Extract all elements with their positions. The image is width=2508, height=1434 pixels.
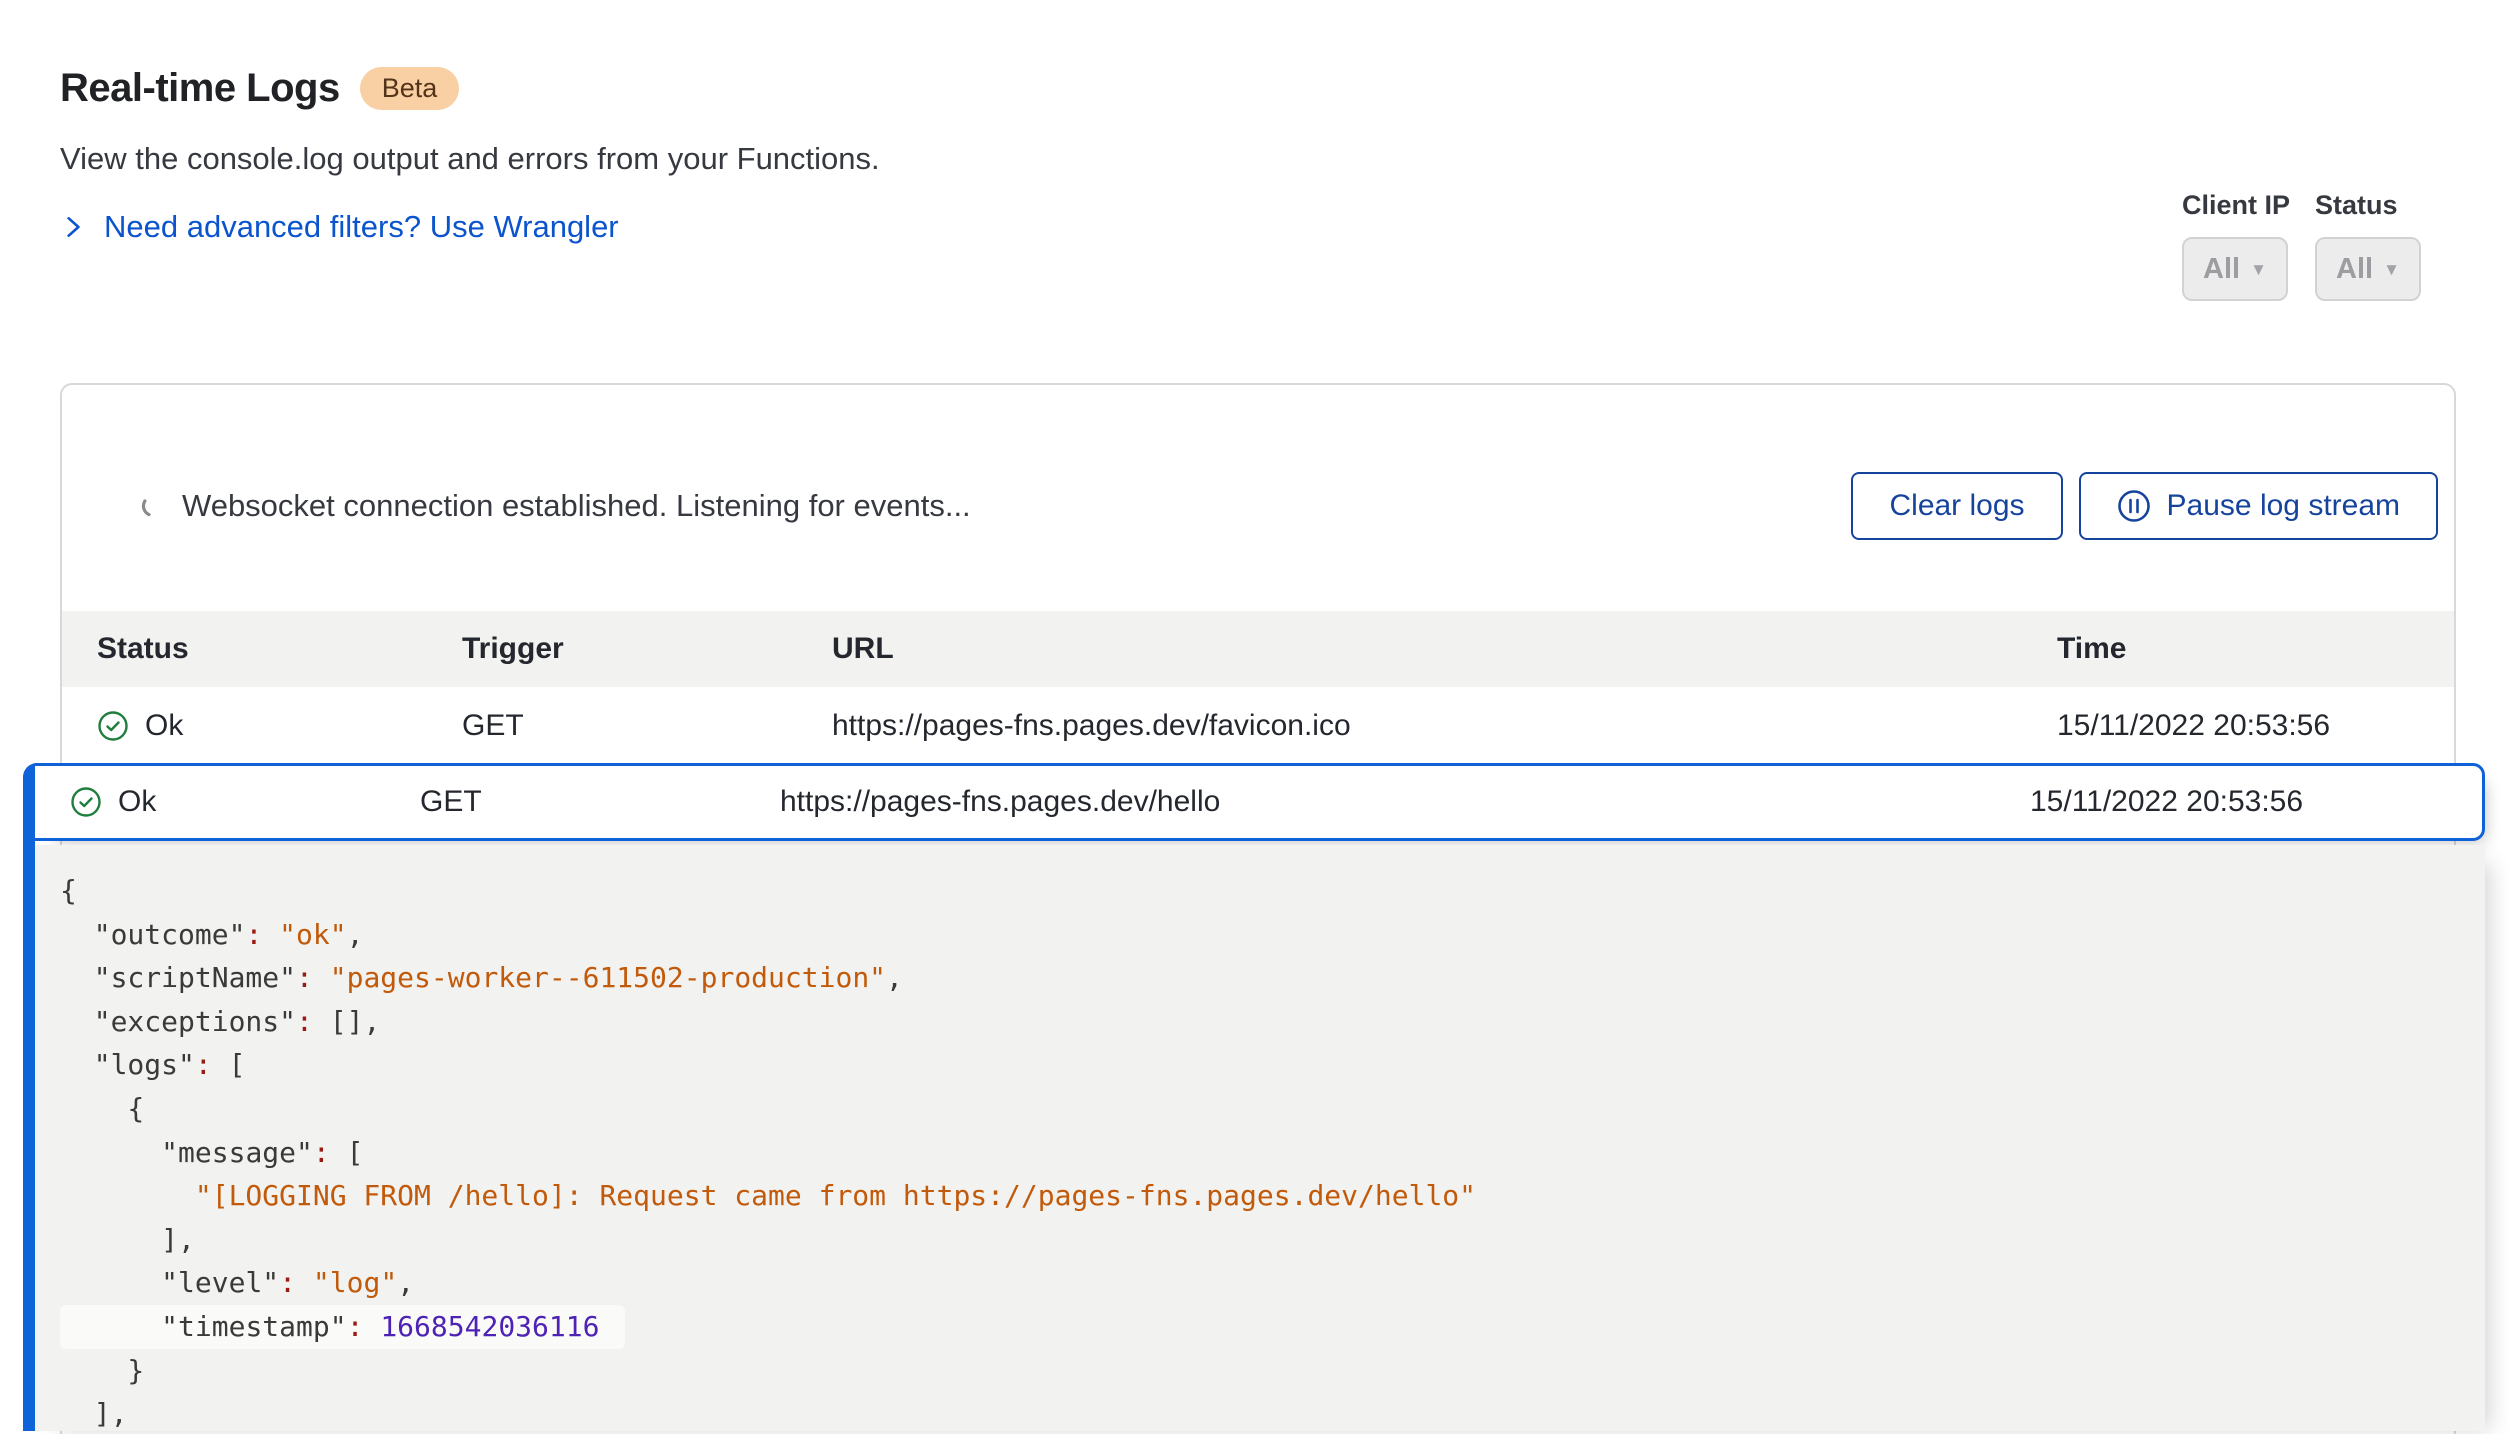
column-header-trigger: Trigger: [462, 632, 832, 666]
client-ip-dropdown[interactable]: All ▼: [2182, 237, 2288, 301]
row-status: Ok: [145, 709, 183, 743]
log-toolbar: Websocket connection established. Listen…: [62, 385, 2454, 611]
status-filter-value: All: [2336, 253, 2373, 286]
status-dropdown[interactable]: All ▼: [2315, 237, 2421, 301]
page-subtitle: View the console.log output and errors f…: [60, 141, 880, 177]
caret-down-icon: ▼: [2250, 261, 2267, 278]
check-circle-icon: [70, 786, 102, 818]
column-header-url: URL: [832, 632, 2057, 666]
status-filter-label: Status: [2315, 190, 2421, 221]
caret-down-icon: ▼: [2383, 261, 2400, 278]
pause-icon: [2117, 489, 2151, 523]
beta-badge: Beta: [360, 67, 460, 110]
row-url: https://pages-fns.pages.dev/favicon.ico: [832, 709, 2057, 743]
row-trigger: GET: [420, 785, 780, 819]
client-ip-value: All: [2203, 253, 2240, 286]
realtime-logs-page: Real-time Logs Beta View the console.log…: [0, 0, 2508, 1434]
row-url: https://pages-fns.pages.dev/hello: [780, 785, 2030, 819]
filters: Client IP All ▼ Status All ▼: [2182, 190, 2421, 301]
chevron-right-icon: [60, 214, 86, 240]
wrangler-link-text[interactable]: Need advanced filters? Use Wrangler: [104, 209, 619, 245]
row-trigger: GET: [462, 709, 832, 743]
expanded-log-json: { "outcome": "ok", "scriptName": "pages-…: [60, 869, 2485, 1431]
table-header: Status Trigger URL Time: [62, 611, 2454, 687]
expanded-log-entry: Ok GET https://pages-fns.pages.dev/hello…: [23, 763, 2485, 1431]
page-header: Real-time Logs Beta View the console.log…: [60, 66, 880, 245]
websocket-status: Websocket connection established. Listen…: [140, 488, 971, 524]
pause-log-stream-button[interactable]: Pause log stream: [2079, 472, 2438, 540]
wrangler-link[interactable]: Need advanced filters? Use Wrangler: [60, 209, 880, 245]
client-ip-label: Client IP: [2182, 190, 2290, 221]
page-title: Real-time Logs: [60, 66, 340, 111]
row-time: 15/11/2022 20:53:56: [2030, 785, 2482, 819]
row-time: 15/11/2022 20:53:56: [2057, 709, 2454, 743]
spinner-icon: [140, 493, 166, 519]
pause-log-stream-label: Pause log stream: [2167, 489, 2400, 523]
expanded-log-body: { "outcome": "ok", "scriptName": "pages-…: [35, 845, 2485, 1431]
log-row-hello-selected[interactable]: Ok GET https://pages-fns.pages.dev/hello…: [35, 763, 2485, 841]
column-header-status: Status: [97, 632, 462, 666]
column-header-time: Time: [2057, 632, 2454, 666]
check-circle-icon: [97, 710, 129, 742]
websocket-status-text: Websocket connection established. Listen…: [182, 488, 971, 524]
clear-logs-button[interactable]: Clear logs: [1851, 472, 2062, 540]
row-status: Ok: [118, 785, 156, 819]
log-row-favicon[interactable]: Ok GET https://pages-fns.pages.dev/favic…: [62, 687, 2454, 765]
clear-logs-label: Clear logs: [1889, 489, 2024, 523]
